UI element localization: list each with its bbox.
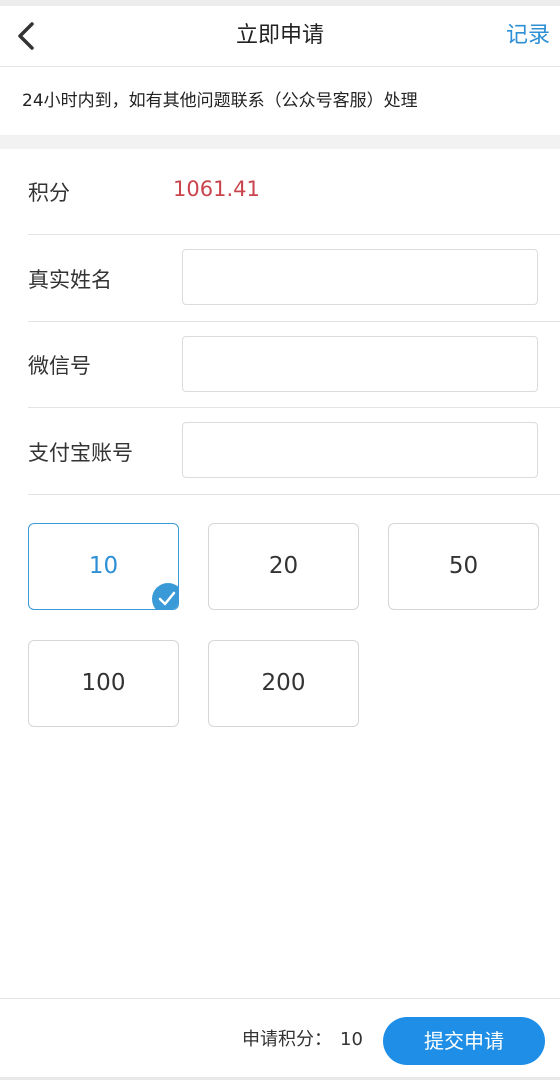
alipay-label: 支付宝账号 — [28, 441, 133, 465]
amount-option-100[interactable]: 100 — [28, 640, 179, 727]
amount-option-20[interactable]: 20 — [208, 523, 359, 610]
amount-option-label: 10 — [88, 553, 119, 579]
navbar: 立即申请 记录 — [0, 6, 560, 67]
footer-bar: 申请积分： 10 提交申请 — [0, 998, 560, 1081]
wechat-row: 微信号 — [28, 322, 560, 408]
amount-option-label: 20 — [268, 553, 299, 579]
amount-option-label: 100 — [81, 670, 126, 696]
amount-option-10[interactable]: 10 — [28, 523, 179, 610]
amount-option-50[interactable]: 50 — [388, 523, 539, 610]
notice-text: 24小时内到，如有其他问题联系（公众号客服）处理 — [22, 91, 418, 111]
points-value: 1061.41 — [173, 177, 260, 201]
apply-points-label: 申请积分： — [242, 1029, 332, 1050]
wechat-input[interactable] — [182, 336, 538, 392]
points-row: 积分 1061.41 — [28, 149, 560, 235]
record-link[interactable]: 记录 — [506, 6, 550, 66]
points-label: 积分 — [28, 181, 70, 205]
amount-option-label: 200 — [261, 670, 306, 696]
alipay-input[interactable] — [182, 422, 538, 478]
notice-bar: 24小时内到，如有其他问题联系（公众号客服）处理 — [0, 67, 560, 135]
page-title: 立即申请 — [235, 23, 324, 48]
wechat-label: 微信号 — [28, 354, 91, 378]
submit-button[interactable]: 提交申请 — [383, 1017, 545, 1065]
amount-option-200[interactable]: 200 — [208, 640, 359, 727]
amount-option-label: 50 — [448, 553, 479, 579]
checkmark-icon — [152, 583, 178, 609]
real-name-input[interactable] — [182, 249, 538, 305]
alipay-row: 支付宝账号 — [28, 408, 560, 495]
real-name-row: 真实姓名 — [28, 235, 560, 322]
section-divider — [0, 135, 560, 149]
real-name-label: 真实姓名 — [28, 268, 112, 292]
apply-points-value: 10 — [340, 1029, 363, 1050]
